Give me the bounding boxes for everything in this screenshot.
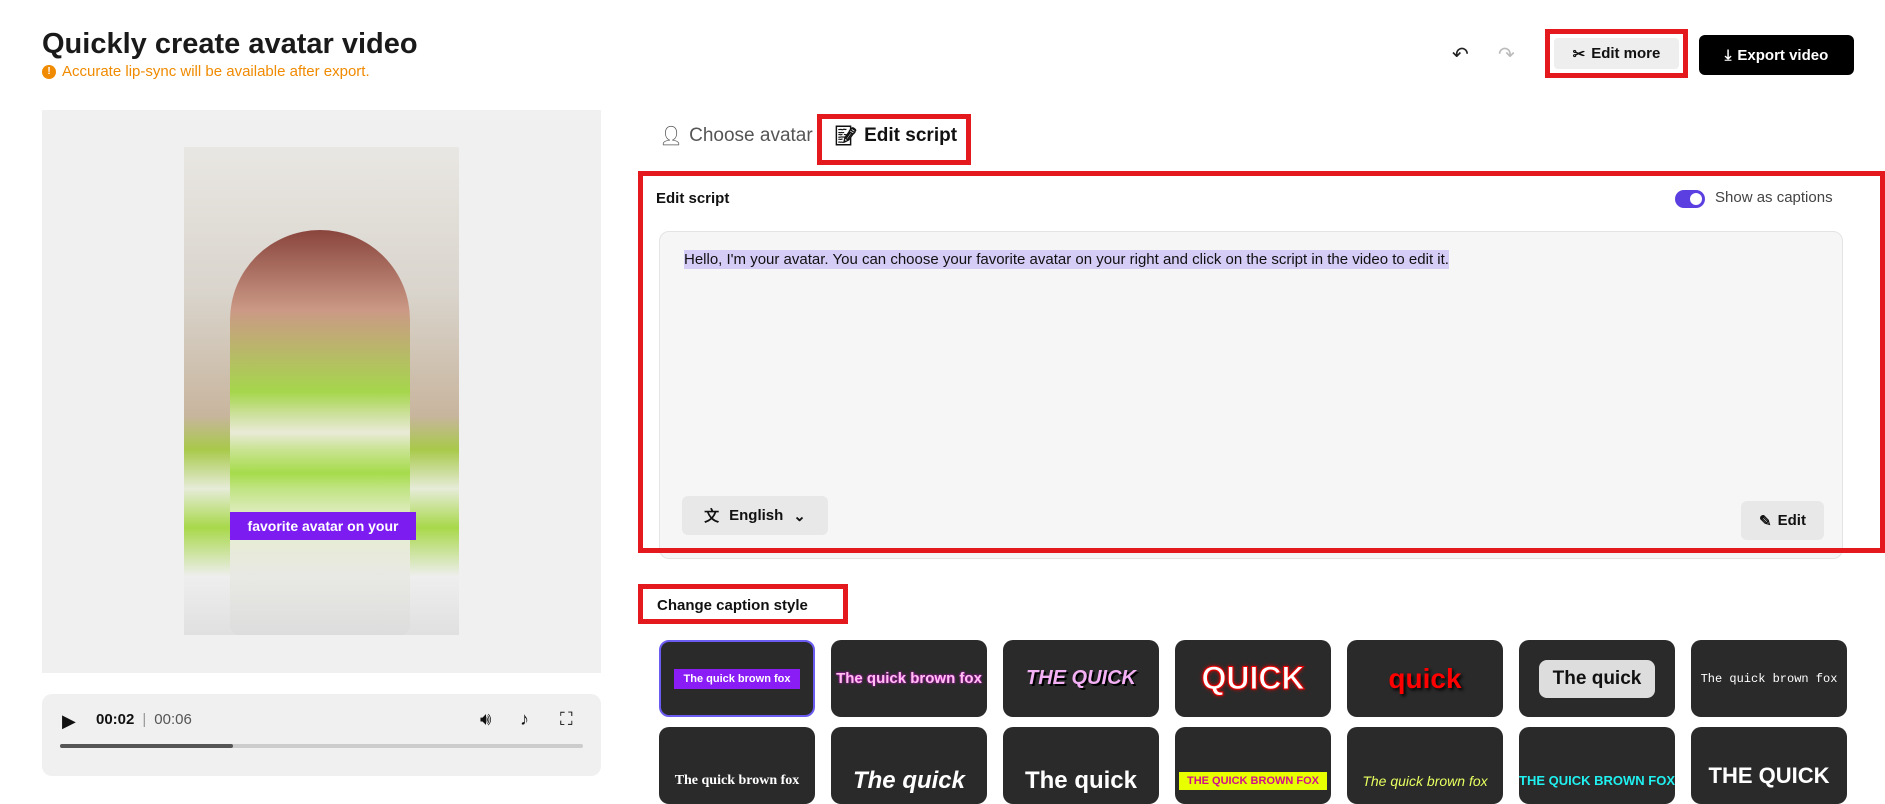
caption-style-heading: Change caption style — [638, 584, 848, 624]
duration: 00:06 — [154, 711, 192, 728]
caption-style-sample: THE QUICK — [1708, 762, 1830, 788]
avatar-figure — [230, 230, 410, 635]
caption-style-sample: THE QUICK BROWN FOX — [1179, 771, 1327, 790]
caption-style-option[interactable]: THE QUICK — [1691, 727, 1847, 804]
progress-fill — [60, 744, 233, 748]
scissors-icon: ✂ — [1572, 45, 1586, 63]
tab-highlight — [817, 114, 971, 165]
fullscreen-icon[interactable]: ⛶ — [560, 709, 573, 730]
redo-icon[interactable]: ↷ — [1498, 42, 1515, 67]
tab-choose-avatar[interactable]: 👤︎ Choose avatar — [659, 124, 813, 148]
caption-style-option[interactable]: The quick — [1003, 727, 1159, 804]
caption-style-option[interactable]: THE QUICK BROWN FOX — [1519, 727, 1675, 804]
caption-style-sample: The quick brown fox — [1700, 671, 1838, 686]
lip-sync-warning: ! Accurate lip-sync will be available aft… — [42, 63, 370, 80]
page-title: Quickly create avatar video — [42, 28, 418, 60]
caption-style-sample: QUICK — [1201, 660, 1305, 697]
avatar-icon: 👤︎ — [659, 126, 684, 147]
tab-label: Choose avatar — [689, 125, 813, 146]
volume-icon[interactable]: 🔊︎ — [480, 709, 491, 730]
caption-style-option[interactable]: THE QUICK — [1003, 640, 1159, 717]
edit-more-label: Edit more — [1591, 45, 1661, 62]
edit-more-highlight: ✂ Edit more — [1545, 29, 1688, 78]
caption-style-option[interactable]: The quick brown fox — [659, 727, 815, 804]
caption-style-sample: The quick brown fox — [674, 772, 800, 788]
tiktok-icon[interactable]: ♪ — [520, 709, 529, 730]
caption-style-sample: The quick brown fox — [1362, 772, 1488, 789]
caption-style-option[interactable]: The quick brown fox — [659, 640, 815, 717]
caption-style-option[interactable]: quick — [1347, 640, 1503, 717]
edit-more-button[interactable]: ✂ Edit more — [1554, 38, 1679, 69]
caption-style-sample: THE QUICK — [1026, 667, 1136, 689]
current-time: 00:02 — [96, 711, 135, 728]
download-icon: ⤓ — [1724, 46, 1732, 64]
caption-style-sample: The quick brown fox — [673, 668, 801, 689]
export-label: Export video — [1737, 46, 1829, 64]
caption-style-sample: The quick brown fox — [836, 670, 982, 687]
caption-style-option[interactable]: The quick brown fox — [1347, 727, 1503, 804]
caption-style-option[interactable]: The quick — [1519, 640, 1675, 717]
play-icon[interactable]: ▶ — [62, 711, 76, 732]
caption-style-sample: quick — [1388, 662, 1462, 694]
video-player-controls: ▶ 00:02 | 00:06 🔊︎ ♪ ⛶ — [42, 694, 601, 776]
warning-text: Accurate lip-sync will be available afte… — [62, 63, 370, 80]
video-caption[interactable]: favorite avatar on your — [230, 512, 416, 540]
caption-style-option[interactable]: The quick brown fox — [831, 640, 987, 717]
progress-bar[interactable] — [60, 744, 583, 748]
caption-style-option[interactable]: THE QUICK BROWN FOX — [1175, 727, 1331, 804]
undo-icon[interactable]: ↶ — [1452, 42, 1469, 67]
caption-style-option[interactable]: The quick brown fox — [1691, 640, 1847, 717]
caption-style-option[interactable]: QUICK — [1175, 640, 1331, 717]
script-panel-highlight — [638, 171, 1885, 553]
caption-style-option[interactable]: The quick — [831, 727, 987, 804]
export-video-button[interactable]: ⤓ Export video — [1699, 35, 1854, 75]
info-icon: ! — [42, 64, 56, 79]
time-separator: | — [142, 711, 147, 728]
caption-style-sample: The quick — [1538, 659, 1656, 698]
caption-style-sample: THE QUICK BROWN FOX — [1519, 773, 1675, 788]
